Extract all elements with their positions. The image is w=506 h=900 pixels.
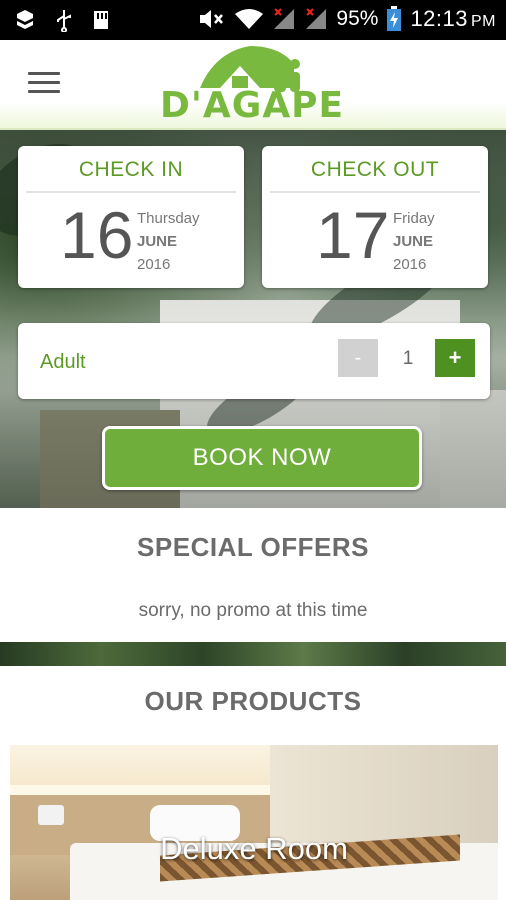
status-bar-right: 95% 12:13 PM	[198, 6, 496, 32]
logo: D'AGAPE	[160, 42, 345, 128]
clock-suffix: PM	[471, 13, 496, 30]
products-section: OUR PRODUCTS Deluxe Room	[0, 666, 506, 900]
special-offers-title: SPECIAL OFFERS	[137, 532, 369, 562]
book-now-button[interactable]: BOOK NOW	[102, 426, 422, 490]
app-header: D'AGAPE	[0, 40, 506, 130]
check-in-year: 2016	[137, 256, 171, 273]
usb-icon	[57, 10, 71, 32]
check-in-card[interactable]: CHECK IN 16 Thursday JUNE 2016	[18, 146, 244, 288]
signal-icon-2	[306, 8, 327, 29]
adult-label: Adult	[40, 351, 86, 373]
divider	[270, 191, 480, 193]
check-out-month: JUNE	[393, 233, 434, 250]
signal-icon-1	[274, 8, 295, 29]
battery-percent: 95%	[336, 7, 379, 30]
check-in-day: 16	[60, 198, 134, 272]
logo-text: D'AGAPE	[160, 85, 345, 126]
adult-quantity: 1	[402, 348, 414, 369]
special-offers-section: SPECIAL OFFERS sorry, no promo at this t…	[0, 508, 506, 642]
products-title: OUR PRODUCTS	[144, 686, 362, 716]
check-out-card[interactable]: CHECK OUT 17 Friday JUNE 2016	[262, 146, 488, 288]
battery-charging-icon	[387, 6, 402, 31]
wifi-icon	[235, 9, 264, 29]
decrement-button[interactable]: -	[338, 339, 378, 377]
product-card-deluxe-room[interactable]: Deluxe Room	[10, 745, 498, 900]
check-in-title: CHECK IN	[78, 158, 184, 181]
increment-button[interactable]: +	[435, 339, 475, 377]
clock-time: 12:13	[410, 6, 468, 31]
sd-card-icon	[94, 11, 108, 29]
app-notification-icon	[17, 10, 33, 29]
clock: 12:13 PM	[410, 6, 496, 32]
check-out-day: 17	[316, 198, 390, 272]
guest-count-card: Adult - 1 +	[18, 323, 490, 399]
check-out-title: CHECK OUT	[310, 158, 440, 181]
hamburger-menu-icon[interactable]	[28, 72, 60, 94]
divider	[26, 191, 236, 193]
decorative-strip	[0, 642, 506, 666]
status-bar-left	[14, 8, 110, 32]
room-phone	[38, 805, 64, 825]
special-offers-message: sorry, no promo at this time	[138, 600, 368, 621]
check-in-weekday: Thursday	[137, 210, 200, 227]
check-in-month: JUNE	[137, 233, 178, 250]
check-out-year: 2016	[393, 256, 427, 273]
mute-icon	[200, 10, 224, 28]
product-name: Deluxe Room	[160, 831, 348, 866]
check-out-weekday: Friday	[393, 210, 435, 227]
status-bar: 95% 12:13 PM	[0, 0, 506, 40]
